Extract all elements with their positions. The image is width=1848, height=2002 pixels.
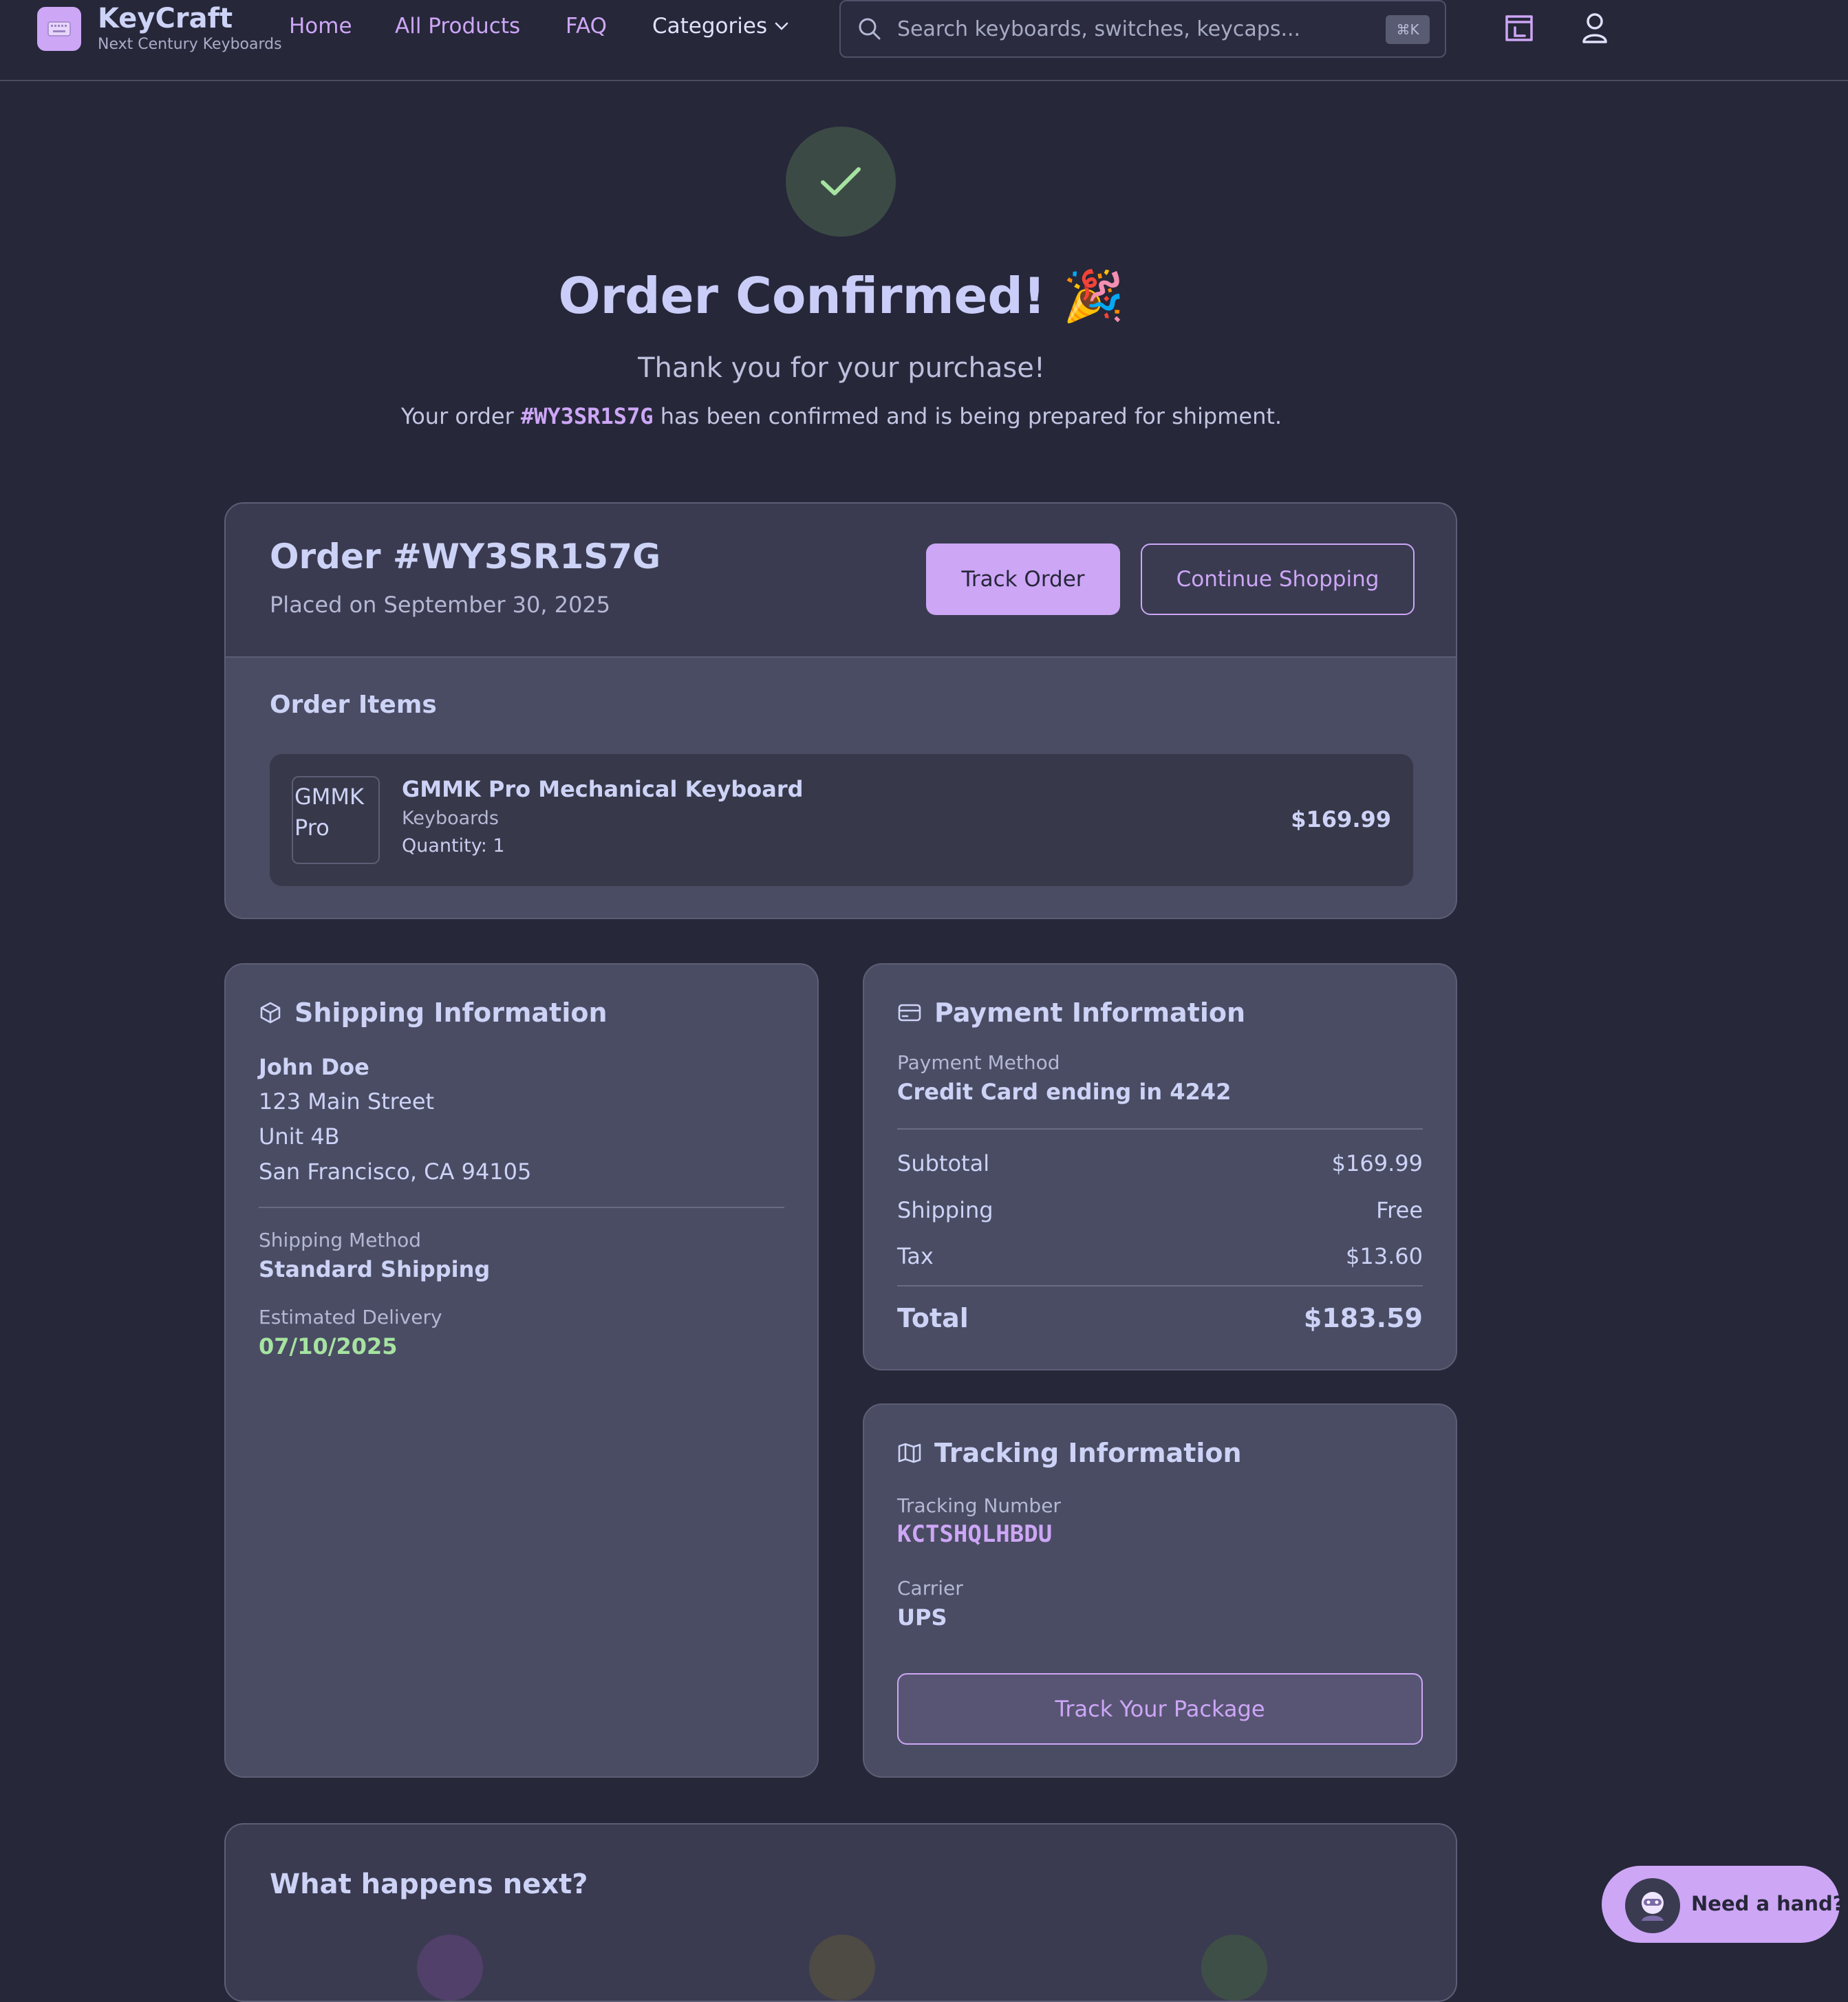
confirmation-suffix: has been confirmed and is being prepared… [653, 403, 1282, 429]
nav-categories[interactable]: Categories [652, 14, 789, 39]
product-price: $169.99 [1291, 806, 1391, 832]
tracking-heading-label: Tracking Information [934, 1438, 1242, 1468]
tracking-number-label: Tracking Number [897, 1494, 1061, 1517]
user-icon[interactable] [1581, 12, 1609, 44]
tax-label: Tax [897, 1243, 934, 1269]
shipping-info-card: Shipping Information John Doe 123 Main S… [224, 963, 819, 1778]
logo[interactable] [37, 7, 81, 51]
search-input[interactable] [896, 12, 1350, 45]
confirmation-message: Your order #WY3SR1S7G has been confirmed… [0, 403, 1683, 429]
product-thumbnail: GMMK Pro [292, 776, 380, 864]
tracking-heading: Tracking Information [897, 1438, 1242, 1468]
chevron-down-icon [775, 22, 788, 30]
product-category: Keyboards [402, 808, 499, 829]
package-icon [260, 1002, 281, 1024]
payment-heading-label: Payment Information [934, 998, 1246, 1028]
next-steps-heading: What happens next? [270, 1869, 588, 1900]
order-header: Order #WY3SR1S7G Placed on September 30,… [226, 504, 1456, 658]
payment-method-value: Credit Card ending in 4242 [897, 1079, 1232, 1105]
track-order-button[interactable]: Track Order [926, 543, 1120, 615]
help-chat-button[interactable]: Need a hand? [1602, 1866, 1845, 1943]
address-line-1: 123 Main Street [259, 1088, 435, 1115]
search-shortcut-badge: ⌘K [1386, 15, 1430, 44]
recipient-name: John Doe [259, 1054, 369, 1080]
shipping-cost-label: Shipping [897, 1197, 993, 1223]
shipping-cost-value: Free [1376, 1197, 1423, 1223]
payment-heading: Payment Information [897, 998, 1245, 1028]
shipping-method-value: Standard Shipping [259, 1256, 491, 1282]
subtotal-label: Subtotal [897, 1150, 990, 1176]
shipping-heading: Shipping Information [259, 998, 608, 1028]
tracking-info-card: Tracking Information Tracking Number KCT… [863, 1403, 1457, 1778]
shipping-heading-label: Shipping Information [294, 998, 608, 1028]
subtotal-value: $169.99 [1331, 1150, 1423, 1176]
shipping-method-label: Shipping Method [259, 1229, 422, 1251]
next-steps-card: What happens next? [224, 1823, 1457, 2002]
continue-shopping-button[interactable]: Continue Shopping [1141, 543, 1415, 615]
credit-card-icon [898, 1004, 921, 1022]
map-icon [898, 1443, 921, 1463]
confirmation-prefix: Your order [400, 403, 521, 429]
payment-method-label: Payment Method [897, 1051, 1060, 1074]
product-name[interactable]: GMMK Pro Mechanical Keyboard [402, 776, 804, 802]
nav-categories-label: Categories [652, 14, 768, 39]
brand-name[interactable]: KeyCraft [98, 3, 233, 34]
tax-value: $13.60 [1346, 1243, 1423, 1269]
help-label: Need a hand? [1691, 1892, 1845, 1915]
nav-all-products[interactable]: All Products [395, 14, 520, 39]
total-label: Total [897, 1303, 969, 1333]
address-line-2: Unit 4B [259, 1123, 340, 1150]
track-package-button[interactable]: Track Your Package [897, 1673, 1423, 1745]
nav-home[interactable]: Home [289, 14, 352, 39]
keyboard-icon [47, 21, 71, 36]
nav-faq[interactable]: FAQ [566, 14, 607, 39]
order-items-heading: Order Items [270, 691, 437, 719]
product-quantity: Quantity: 1 [402, 835, 505, 857]
payment-divider-top [897, 1128, 1423, 1130]
order-summary-card: Order #WY3SR1S7G Placed on September 30,… [224, 502, 1457, 919]
site-header: KeyCraft Next Century Keyboards Home All… [0, 0, 1848, 81]
step-3-icon [1201, 1935, 1267, 2001]
total-value: $183.59 [1303, 1303, 1423, 1333]
payment-info-card: Payment Information Payment Method Credi… [863, 963, 1457, 1370]
checkmark-icon [821, 167, 861, 195]
page-title: Order Confirmed! 🎉 [558, 267, 1125, 325]
order-date: Placed on September 30, 2025 [270, 592, 611, 618]
step-1-icon [417, 1935, 483, 2001]
estimated-delivery-date: 07/10/2025 [259, 1333, 398, 1359]
search-bar: ⌘K [839, 0, 1446, 58]
thank-you-message: Thank you for your purchase! [638, 352, 1045, 384]
assistant-avatar-icon [1625, 1878, 1680, 1933]
success-badge [786, 127, 896, 237]
order-number-highlight: #WY3SR1S7G [520, 403, 654, 429]
payment-divider-bottom [897, 1285, 1423, 1287]
carrier-label: Carrier [897, 1577, 963, 1600]
estimated-delivery-label: Estimated Delivery [259, 1306, 442, 1328]
cart-icon[interactable] [1504, 12, 1534, 44]
brand-tagline: Next Century Keyboards [98, 36, 282, 53]
step-2-icon [809, 1935, 875, 2001]
order-item-row: GMMK Pro GMMK Pro Mechanical Keyboard Ke… [270, 754, 1413, 886]
search-icon [859, 18, 881, 40]
address-line-3: San Francisco, CA 94105 [259, 1159, 532, 1185]
carrier-value: UPS [897, 1604, 947, 1630]
tracking-number-value: KCTSHQLHBDU [897, 1520, 1053, 1548]
shipping-divider [259, 1207, 784, 1208]
order-title: Order #WY3SR1S7G [270, 537, 661, 577]
